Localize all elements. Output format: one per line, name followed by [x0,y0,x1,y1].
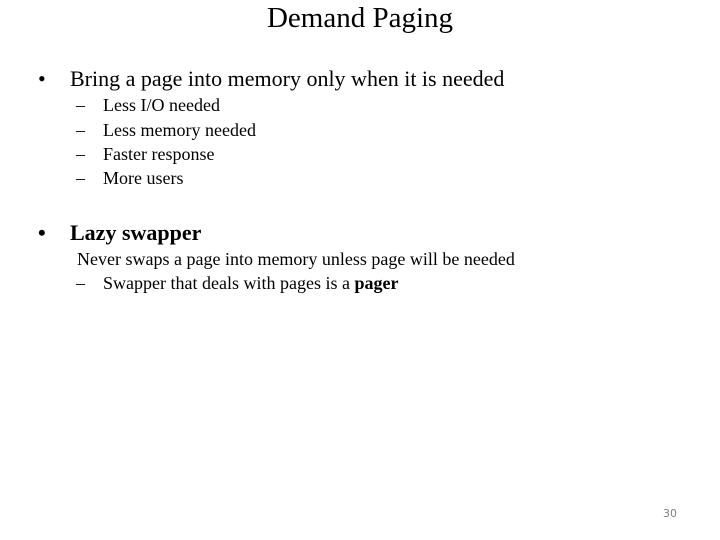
pager-term: pager [354,273,399,293]
dash-marker: – [76,95,85,115]
sub-item-text: Less I/O needed [103,95,220,115]
sub-item: – Faster response [76,143,214,165]
bullet-item: • Lazy swapper [38,220,201,246]
sub-item: – Swapper that deals with pages is a page… [76,272,398,294]
dash-marker: – [76,120,85,140]
sub-item: – More users [76,167,183,189]
page-number: 30 [663,507,677,520]
bullet-text: Lazy swapper [70,220,202,245]
sub-item: – Less I/O needed [76,94,220,116]
bullet-item: • Bring a page into memory only when it i… [38,66,504,92]
sub-item-text: Less memory needed [103,120,256,140]
dash-marker: – [76,168,85,188]
bullet-marker: • [38,66,46,91]
slide-title: Demand Paging [266,2,454,34]
sub-item-text: Faster response [103,144,215,164]
bullet-marker: • [38,220,46,245]
dash-marker: – [76,144,85,164]
bullet-text: Bring a page into memory only when it is… [70,66,505,91]
dash-marker: – [76,273,85,293]
sub-item-text: Swapper that deals with pages is a [103,273,355,293]
sub-item: – Less memory needed [76,119,256,141]
bullet-note: Never swaps a page into memory unless pa… [77,249,515,269]
sub-item-text: More users [103,168,184,188]
